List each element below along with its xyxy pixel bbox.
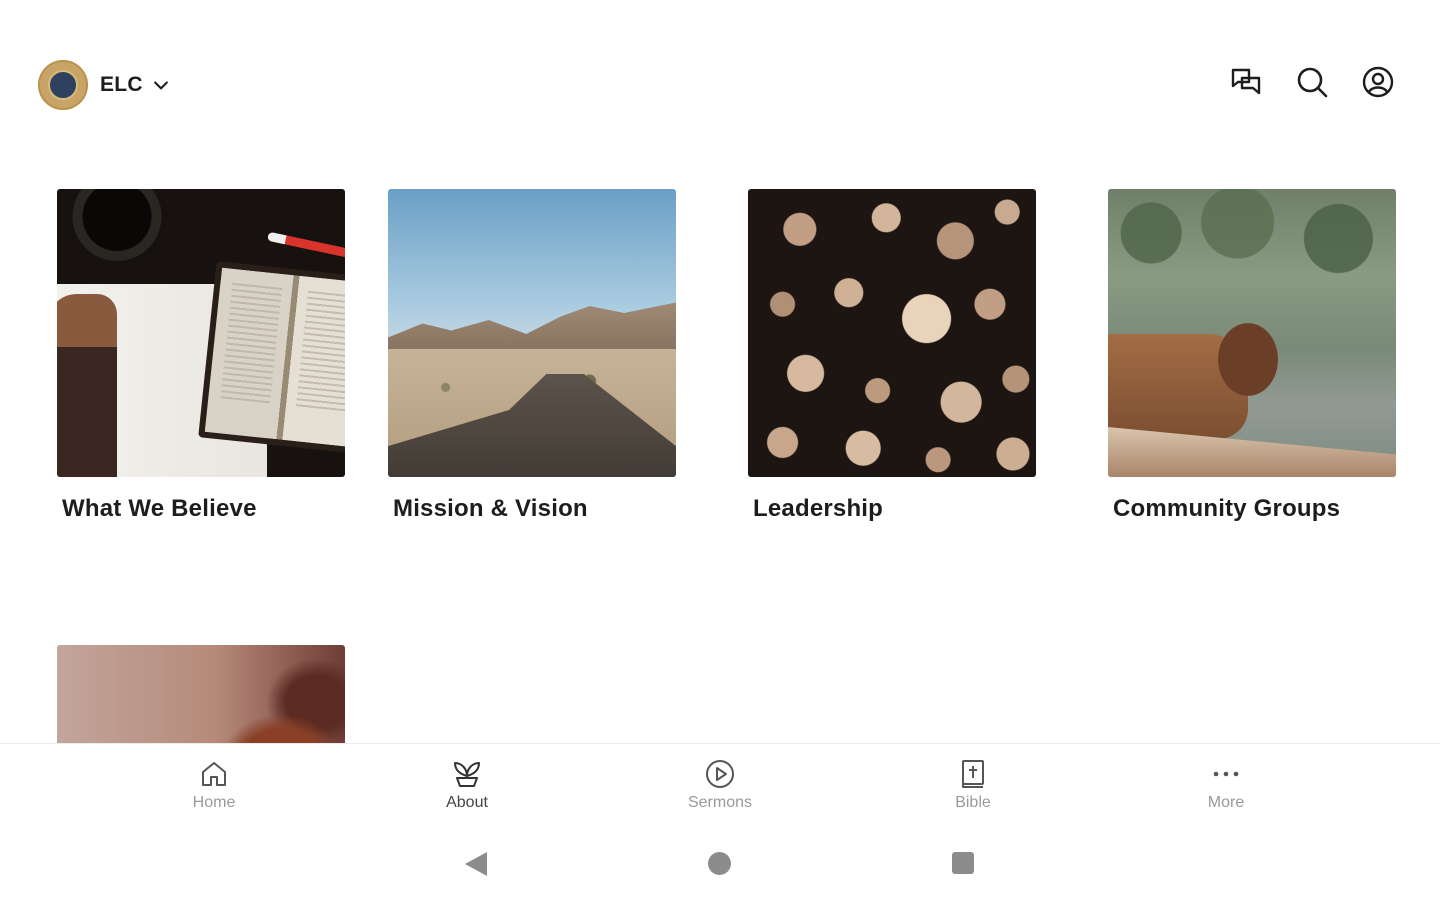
pen: [267, 231, 345, 260]
nav-label: Sermons: [687, 794, 753, 811]
community-groups-image: [1108, 189, 1396, 477]
system-navigation-bar: [0, 828, 1440, 900]
card-what-we-believe[interactable]: What We Believe: [57, 189, 345, 523]
clasped-hands: [1213, 317, 1283, 402]
card-title: What We Believe: [62, 495, 257, 522]
play-circle-icon: [706, 760, 734, 788]
top-app-bar: ELC: [0, 0, 1440, 170]
mission-vision-image: [388, 189, 676, 477]
card-partial[interactable]: [57, 645, 345, 743]
card-title: Community Groups: [1113, 495, 1341, 522]
nav-more[interactable]: More: [1166, 758, 1286, 812]
card-leadership[interactable]: Leadership: [748, 189, 1036, 523]
leadership-image: [748, 189, 1036, 477]
bible-cross-icon: [962, 760, 984, 788]
nav-label: About: [446, 794, 488, 811]
profile-button[interactable]: [1360, 64, 1396, 100]
trees: [1108, 189, 1396, 299]
account-circle-icon: [1362, 66, 1394, 98]
system-recents-button[interactable]: [952, 852, 974, 874]
bottom-navigation: Home About Sermons Bible More: [0, 743, 1440, 829]
logo-center: [48, 70, 78, 100]
system-home-button[interactable]: [708, 852, 731, 875]
search-icon: [1297, 67, 1328, 98]
nav-about[interactable]: About: [407, 758, 527, 812]
app-root: ELC What We Believe Mission & Vision Lea…: [0, 0, 1440, 900]
open-bible: [198, 261, 345, 454]
nav-label: Home: [192, 794, 236, 811]
nav-bible[interactable]: Bible: [913, 758, 1033, 812]
header-actions: [1228, 64, 1396, 100]
what-we-believe-image: [57, 189, 345, 477]
nav-home[interactable]: Home: [154, 758, 274, 812]
card-title: Leadership: [753, 495, 884, 522]
nav-label: Bible: [955, 794, 991, 811]
card-title: Mission & Vision: [393, 495, 588, 522]
sky-clouds-image: [57, 645, 345, 743]
sprout-icon: [454, 762, 480, 787]
organization-switcher[interactable]: ELC: [38, 60, 171, 110]
church-seal-logo: [38, 60, 88, 110]
card-mission-vision[interactable]: Mission & Vision: [388, 189, 676, 523]
home-icon: [202, 762, 226, 786]
nav-label: More: [1207, 794, 1245, 811]
wooden-rail: [1108, 427, 1396, 477]
nav-sermons[interactable]: Sermons: [660, 758, 780, 812]
card-community-groups[interactable]: Community Groups: [1108, 189, 1396, 523]
messages-button[interactable]: [1228, 64, 1264, 100]
more-dots-icon: [1213, 771, 1239, 777]
search-button[interactable]: [1294, 64, 1330, 100]
chevron-down-icon: [154, 81, 168, 90]
writing-hand: [57, 294, 117, 477]
organization-name: ELC: [100, 73, 143, 96]
system-back-button[interactable]: [465, 852, 487, 876]
coffee-mug: [67, 189, 167, 264]
chat-bubbles-icon: [1231, 68, 1261, 95]
